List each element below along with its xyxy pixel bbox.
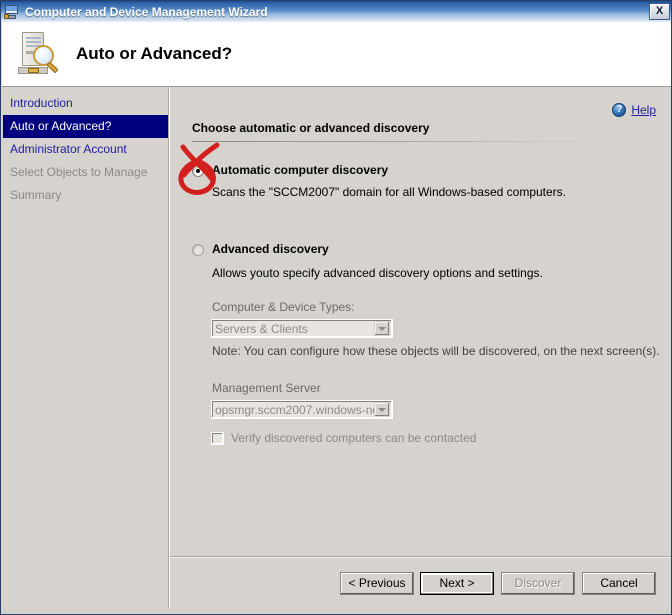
automatic-computer-discovery-option[interactable]: Automatic computer discovery (192, 163, 388, 177)
management-server-dropdown[interactable]: opsmgr.sccm2007.windows-noob. (211, 400, 393, 419)
chevron-down-icon[interactable] (374, 321, 390, 336)
device-types-label: Computer & Device Types: (212, 300, 355, 314)
wizard-banner: Auto or Advanced? (2, 22, 671, 86)
automatic-discovery-description: Scans the "SCCM2007" domain for all Wind… (212, 185, 567, 199)
section-heading: Choose automatic or advanced discovery (192, 121, 430, 135)
sidebar-item-introduction[interactable]: Introduction (2, 92, 169, 115)
advanced-discovery-option[interactable]: Advanced discovery (192, 242, 329, 256)
sidebar-item-auto-or-advanced[interactable]: Auto or Advanced? (3, 115, 168, 138)
wizard-window: Computer and Device Management Wizard X … (0, 0, 672, 615)
next-button[interactable]: Next > (420, 572, 494, 595)
close-icon: X (655, 5, 664, 17)
discovery-note: Note: You can configure how these object… (212, 344, 660, 358)
advanced-discovery-label: Advanced discovery (212, 242, 329, 256)
management-server-value: opsmgr.sccm2007.windows-noob. (215, 402, 374, 417)
sidebar-item-summary: Summary (10, 188, 62, 202)
device-types-dropdown[interactable]: Servers & Clients (211, 319, 393, 338)
help-link[interactable]: ? Help (612, 103, 656, 117)
discover-button: Discover (501, 572, 575, 595)
automatic-computer-discovery-radio[interactable] (192, 165, 204, 177)
sidebar-item-select-objects-to-manage: Select Objects to Manage (10, 165, 148, 179)
chevron-down-icon-2[interactable] (374, 402, 390, 417)
sidebar-item-administrator-account[interactable]: Administrator Account (2, 138, 169, 161)
advanced-discovery-radio[interactable] (192, 244, 204, 256)
help-label: Help (631, 103, 656, 117)
verify-contacted-checkbox[interactable] (211, 431, 224, 445)
cancel-button[interactable]: Cancel (582, 572, 656, 595)
window-title: Computer and Device Management Wizard (25, 4, 268, 19)
footer-button-bar: < Previous Next > Discover Cancel (170, 558, 671, 614)
verify-contacted-checkbox-row[interactable]: Verify discovered computers can be conta… (211, 431, 476, 445)
wizard-app-icon (4, 4, 20, 20)
advanced-discovery-description: Allows youto specify advanced discovery … (212, 266, 543, 280)
wizard-step-sidebar: Introduction Auto or Advanced? Administr… (2, 87, 169, 614)
verify-contacted-label: Verify discovered computers can be conta… (231, 431, 477, 445)
computer-magnifier-icon (14, 30, 62, 78)
page-title: Auto or Advanced? (76, 44, 233, 63)
management-server-label: Management Server (212, 381, 321, 395)
main-content-pane: ? Help Choose automatic or advanced disc… (170, 87, 671, 557)
automatic-computer-discovery-label: Automatic computer discovery (212, 163, 389, 177)
previous-button[interactable]: < Previous (340, 572, 414, 595)
help-question-icon: ? (612, 103, 627, 117)
close-button[interactable]: X (649, 3, 670, 20)
window-bottom-strip (2, 608, 671, 614)
title-bar: Computer and Device Management Wizard X (1, 1, 671, 22)
device-types-value: Servers & Clients (215, 321, 308, 336)
section-divider (192, 141, 658, 142)
